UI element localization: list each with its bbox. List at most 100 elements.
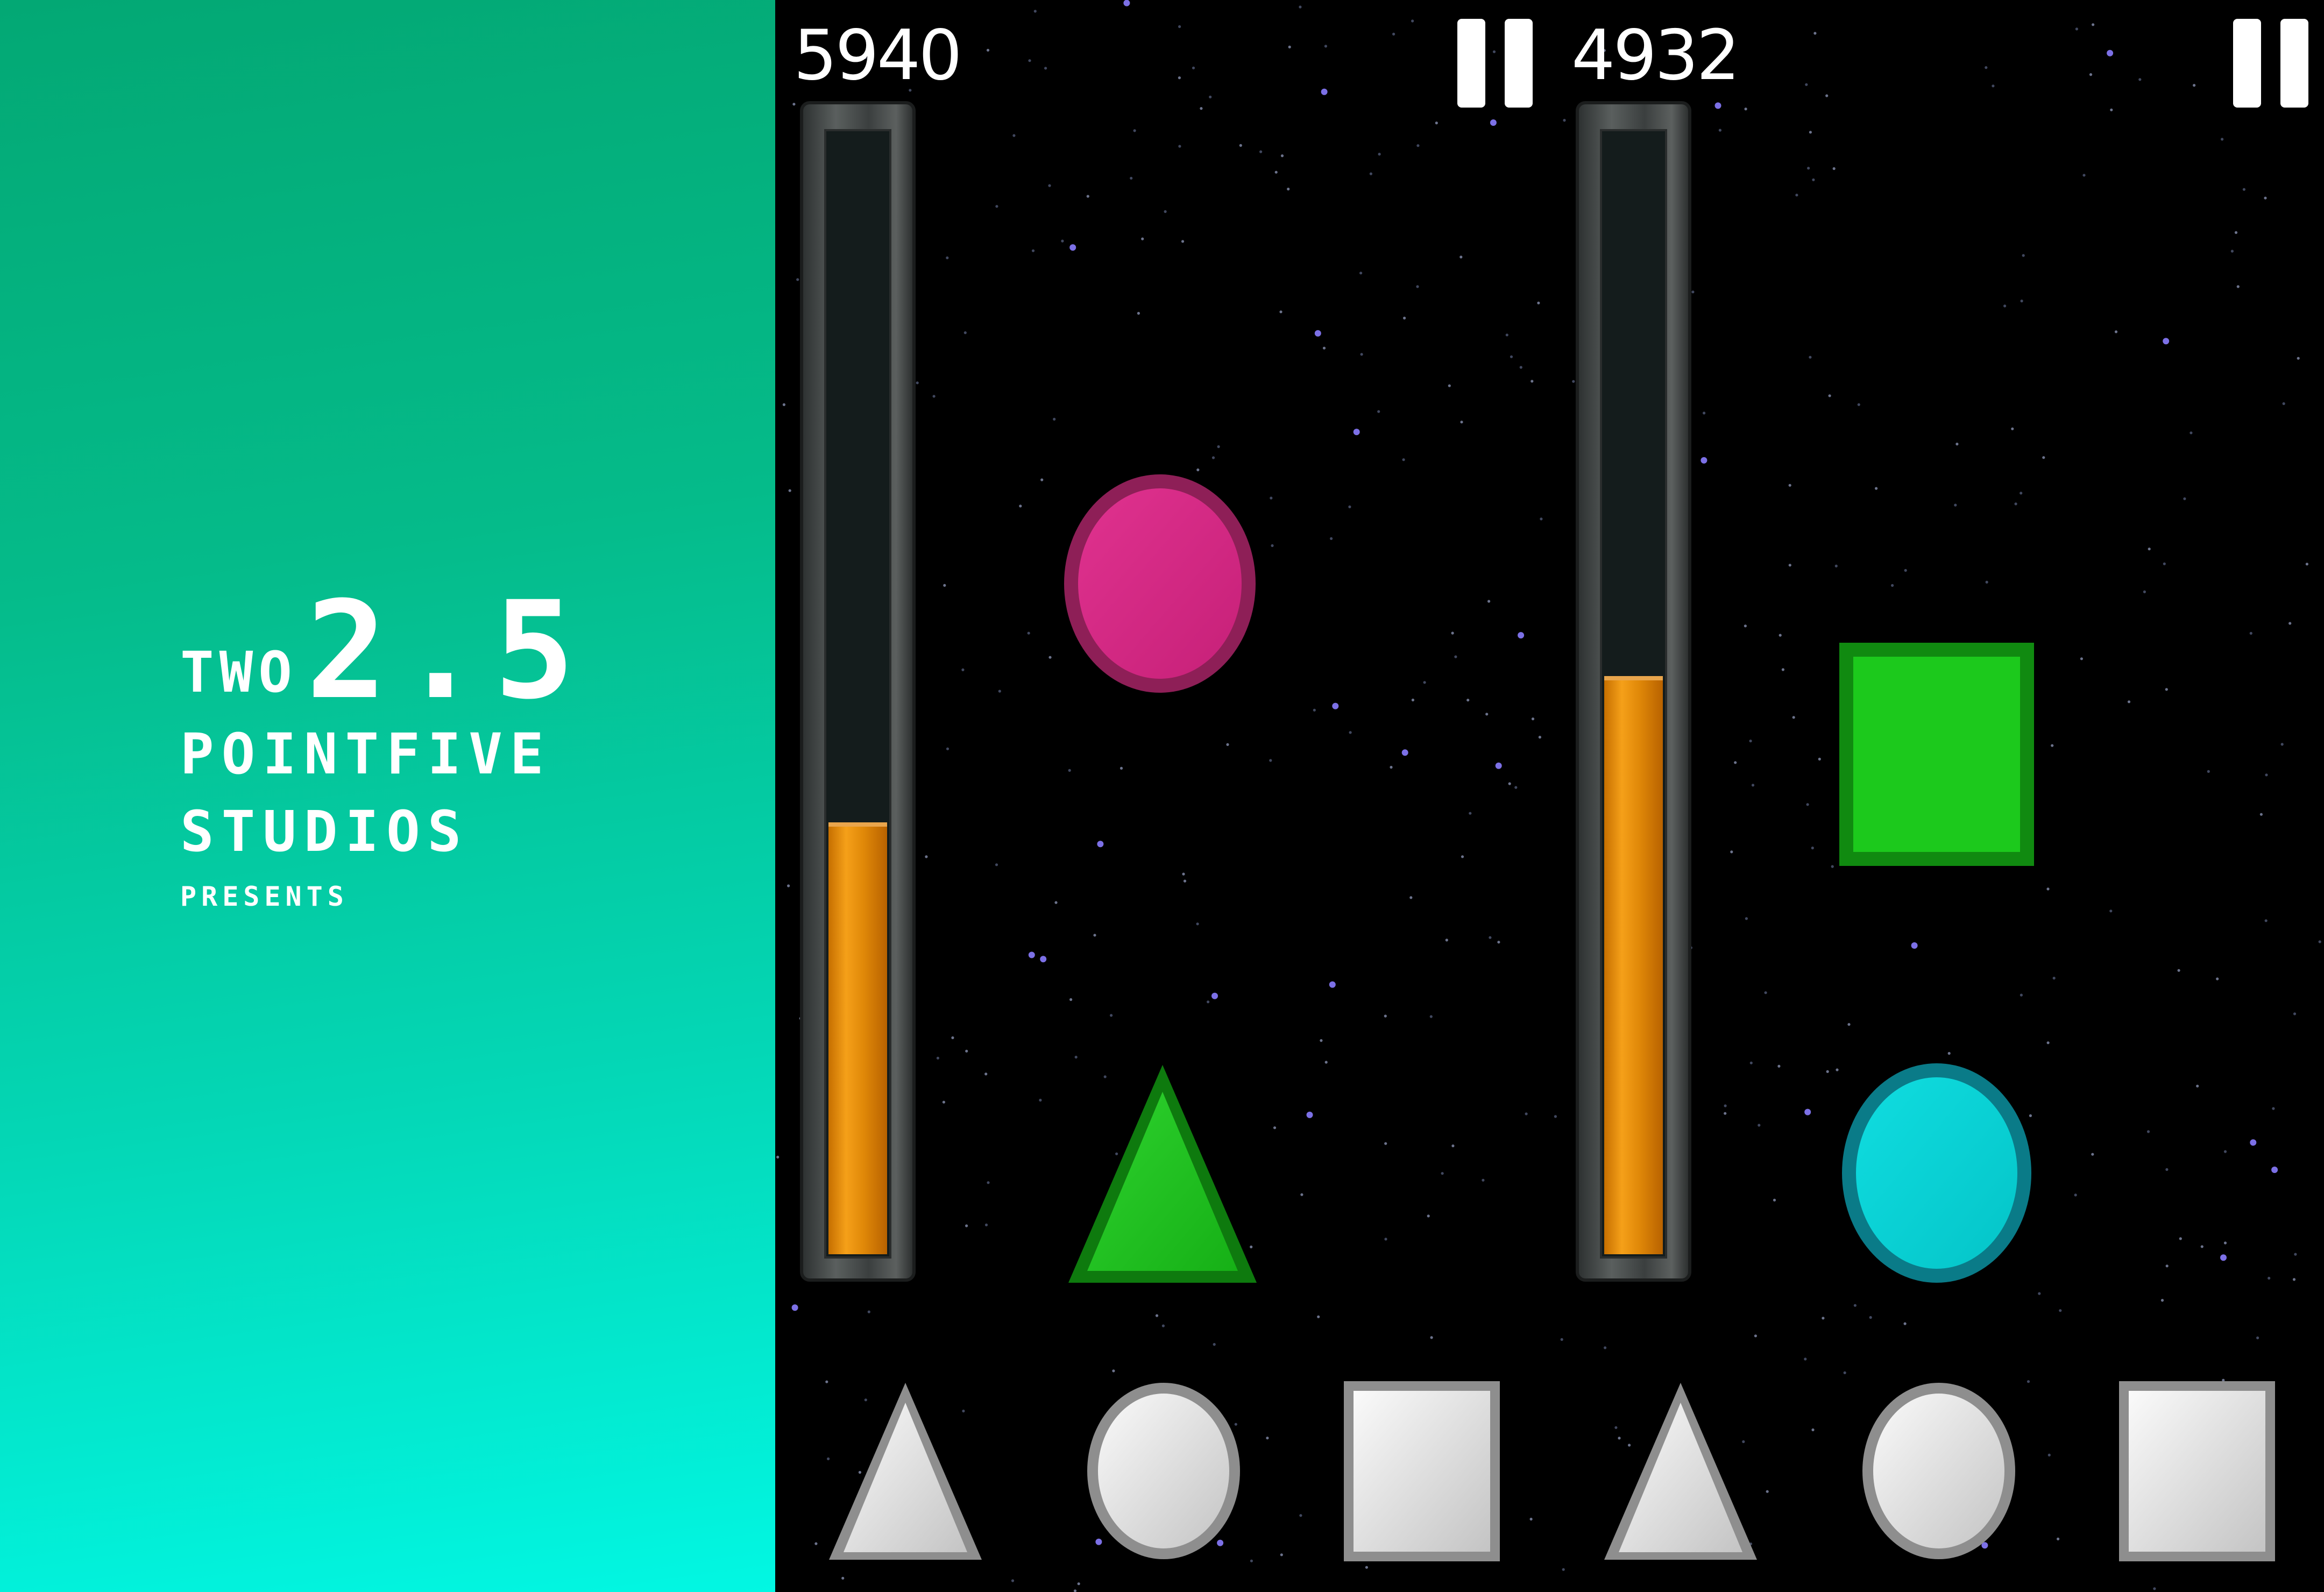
star — [1324, 45, 1327, 48]
star — [1077, 1582, 1080, 1586]
star — [1435, 122, 1438, 125]
star — [1211, 992, 1218, 999]
logo-word-studios: STUDIOS — [180, 799, 469, 864]
star — [1300, 1193, 1303, 1196]
star — [2114, 330, 2118, 333]
star — [1828, 394, 1831, 397]
star — [1178, 25, 1181, 29]
star — [796, 278, 799, 281]
star — [1392, 32, 1395, 35]
star — [1110, 1014, 1113, 1017]
star — [2146, 1130, 2150, 1133]
star — [2318, 940, 2321, 943]
star — [1259, 150, 1263, 153]
star — [1448, 384, 1451, 387]
star — [1069, 998, 1073, 1001]
star — [1039, 1098, 1042, 1102]
star — [1061, 239, 1064, 243]
star — [1349, 731, 1352, 734]
star — [1495, 762, 1502, 769]
star — [1053, 417, 1056, 421]
player1-pause-button[interactable] — [1457, 19, 1533, 108]
player2-circle-button[interactable] — [1861, 1381, 2017, 1561]
star — [1714, 102, 1721, 109]
star — [1011, 1579, 1015, 1582]
star — [1377, 410, 1380, 413]
star — [2183, 497, 2186, 500]
star — [2020, 492, 2023, 495]
star — [1280, 1553, 1283, 1557]
star — [2020, 993, 2023, 997]
star — [1359, 272, 1363, 275]
star — [1384, 1014, 1387, 1018]
star — [1954, 503, 1957, 507]
star — [995, 863, 998, 866]
star — [1027, 631, 1030, 635]
star — [1454, 655, 1457, 658]
star — [1306, 1111, 1313, 1118]
star — [2052, 977, 2056, 980]
player1-square-button[interactable] — [1344, 1381, 1500, 1561]
star — [2020, 300, 2023, 303]
star — [1537, 301, 1540, 304]
star — [1788, 484, 1791, 487]
star — [998, 690, 1001, 693]
star — [1411, 698, 1414, 702]
logo-word-presents: PRESENTS — [180, 881, 349, 912]
star — [1250, 1559, 1253, 1562]
player2-score: 4932 — [1571, 16, 1740, 96]
star — [2138, 78, 2142, 81]
star — [2047, 1453, 2051, 1456]
star — [1985, 66, 1988, 69]
star — [2046, 887, 2050, 891]
star — [2297, 357, 2300, 360]
star — [1133, 129, 1136, 132]
star — [1451, 631, 1454, 635]
player1-circle-button[interactable] — [1086, 1381, 1242, 1561]
star — [1429, 1015, 1433, 1018]
star — [1048, 184, 1051, 187]
star — [1718, 129, 1721, 132]
star — [1332, 702, 1339, 709]
star — [1073, 1589, 1077, 1592]
player1-triangle-button[interactable] — [827, 1381, 983, 1561]
falling-circle-magenta — [1064, 474, 1256, 693]
star — [1451, 1144, 1455, 1148]
star — [1028, 59, 1031, 62]
falling-circle-cyan — [1842, 1063, 2031, 1283]
star — [1459, 255, 1463, 259]
star — [1040, 478, 1044, 481]
star — [1461, 855, 1464, 858]
star — [2179, 1237, 2182, 1240]
star — [1734, 761, 1737, 764]
star — [1487, 600, 1491, 603]
star — [1562, 1568, 1565, 1571]
star — [841, 1576, 845, 1580]
star — [2249, 631, 2252, 635]
star — [951, 1036, 954, 1040]
star — [867, 1310, 870, 1313]
star — [1531, 380, 1534, 383]
star — [1137, 311, 1140, 315]
star — [2163, 562, 2166, 565]
star — [965, 1224, 968, 1227]
star — [965, 1049, 968, 1053]
star — [2292, 1278, 2296, 1281]
star — [1353, 429, 1360, 436]
player2-triangle-button[interactable] — [1603, 1381, 1759, 1561]
star — [916, 381, 919, 385]
star — [1869, 1316, 1872, 1319]
star — [2059, 1309, 2062, 1312]
star — [2268, 1276, 2271, 1280]
star — [936, 1056, 939, 1060]
star — [1992, 84, 1995, 88]
player2-square-button[interactable] — [2119, 1381, 2275, 1561]
star — [1904, 568, 1907, 572]
star — [1826, 1070, 1829, 1073]
star — [2177, 969, 2180, 972]
star — [1811, 1428, 1815, 1432]
player1-score: 5940 — [793, 16, 962, 96]
player2-pause-button[interactable] — [2233, 19, 2308, 108]
star — [1213, 1343, 1216, 1346]
star — [1209, 95, 1212, 98]
